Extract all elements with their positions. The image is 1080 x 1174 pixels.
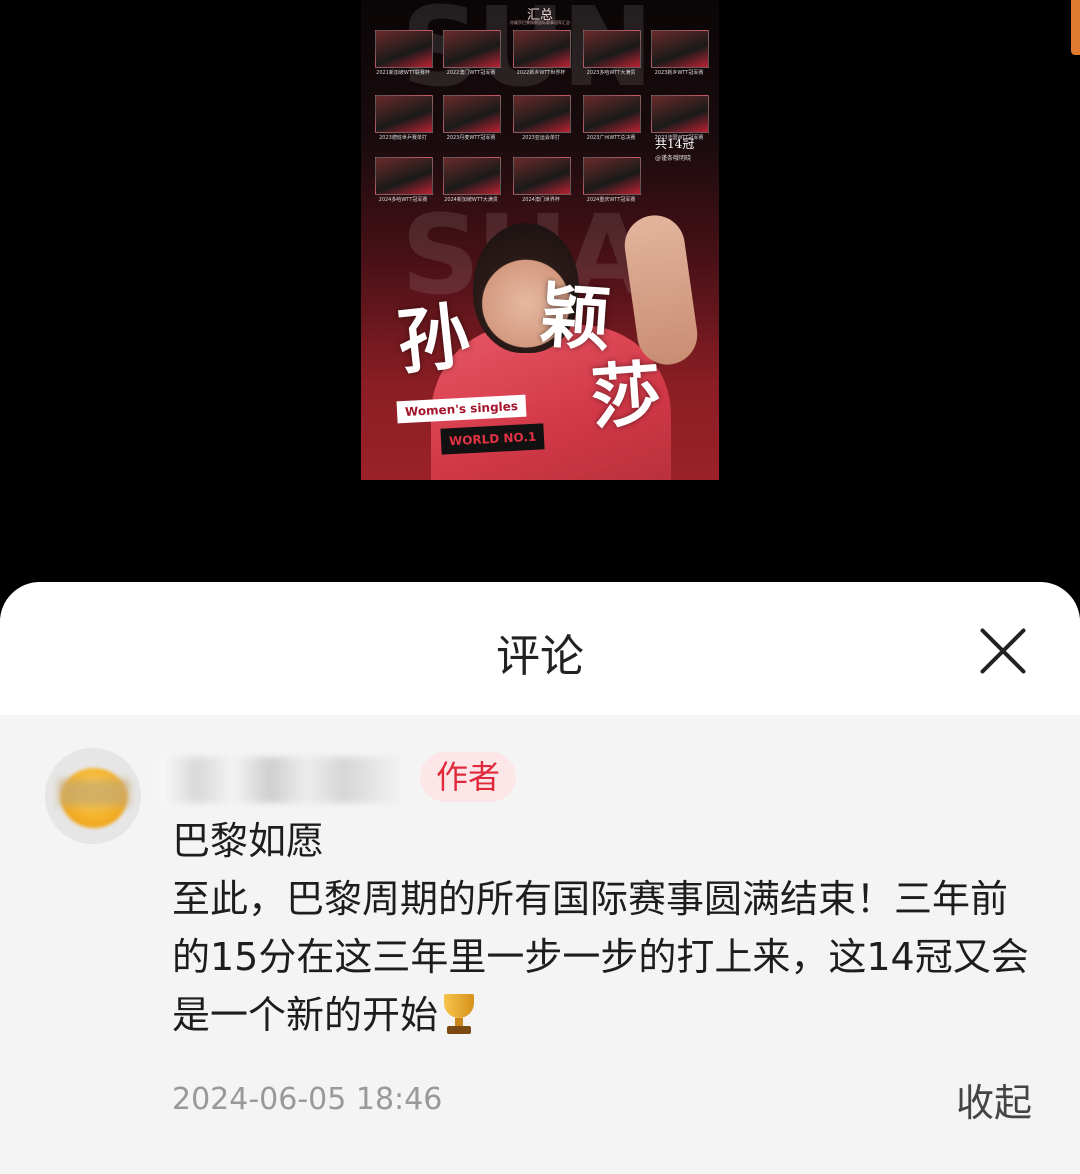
comment-sheet: 评论 作者 巴黎如愿 至此，巴黎周期的所有国际赛事圆满结束！三年前的15分在这三… [0,582,1080,1174]
username-blurred[interactable] [160,757,405,803]
thumbnail: 2023广州WTT总决赛 [583,95,641,141]
sheet-title: 评论 [496,631,584,682]
collapse-button[interactable]: 收起 [956,1072,1032,1127]
thumbnail: 2024新加坡WTT大满贯 [443,157,501,203]
avatar[interactable] [45,748,141,844]
scrollbar[interactable] [1071,0,1080,55]
poster-name-char: 莎 [588,351,665,440]
thumbnail: 2024澳门世界杯 [513,157,571,203]
thumbnail: 2023新乡WTT冠军赛 [651,30,709,76]
thumbnail: 2022新乡WTT世界杯 [513,30,571,76]
poster-image[interactable]: SUN SHA 汇总 孙颖莎巴黎周期国际赛事冠军汇总 2021新加坡WTT联赛杯… [361,0,719,480]
thumbnail: 2022澳门WTT冠军赛 [443,30,501,76]
author-badge: 作者 [420,752,517,802]
close-icon[interactable] [976,624,1030,678]
poster-name-char: 孙 [393,292,474,385]
thumbnail: 2024多哈WTT冠军赛 [375,157,433,203]
thumbnail: 2023丹麦WTT冠军赛 [443,95,501,141]
poster-total-label: 共14冠 [655,137,695,151]
poster-watermark: @谨条哦明晓 [655,155,692,162]
thumbnail: 2023多哈WTT大满贯 [583,30,641,76]
thumbnail: 2023德班世乒赛单打 [375,95,433,141]
comment-text: 巴黎如愿 至此，巴黎周期的所有国际赛事圆满结束！三年前的15分在这三年里一步一步… [172,819,1029,1037]
sheet-header: 评论 [0,582,1080,715]
trophy-icon [438,992,480,1036]
poster-caption: 孙颖莎巴黎周期国际赛事冠军汇总 [510,20,570,25]
thumbnail: 2021新加坡WTT联赛杯 [375,30,433,76]
poster-tag-rank: WORLD NO.1 [440,423,545,455]
thumbnail: 2023亚运会单打 [513,95,571,141]
comment-timestamp: 2024-06-05 18:46 [172,1082,443,1117]
thumbnail: 2024重庆WTT冠军赛 [583,157,641,203]
